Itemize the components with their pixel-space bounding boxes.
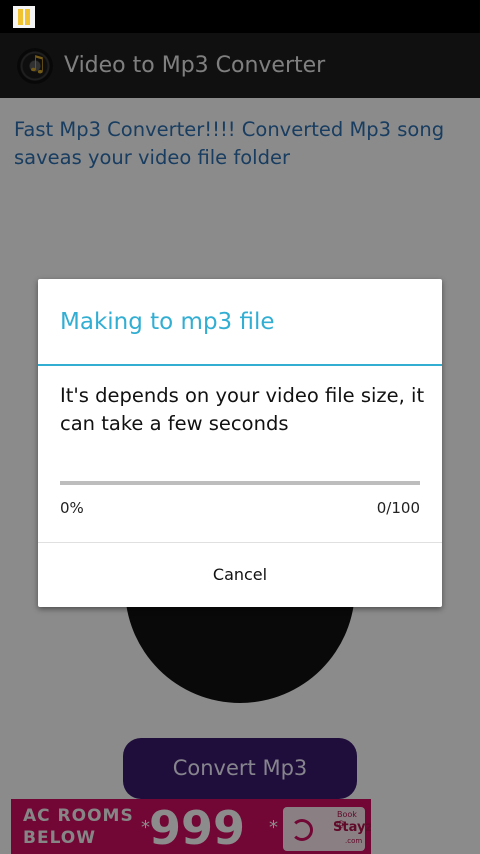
dialog-title-divider bbox=[38, 364, 442, 366]
progress-bar bbox=[60, 481, 420, 485]
progress-count: 0/100 bbox=[376, 499, 420, 517]
dialog-message: It's depends on your video file size, it… bbox=[60, 384, 425, 435]
notification-icon bbox=[13, 6, 35, 28]
status-bar bbox=[0, 0, 480, 33]
progress-dialog: Making to mp3 file It's depends on your … bbox=[38, 279, 442, 607]
dialog-title: Making to mp3 file bbox=[60, 309, 275, 335]
cancel-button[interactable]: Cancel bbox=[38, 543, 442, 607]
progress-percent: 0% bbox=[60, 499, 84, 517]
